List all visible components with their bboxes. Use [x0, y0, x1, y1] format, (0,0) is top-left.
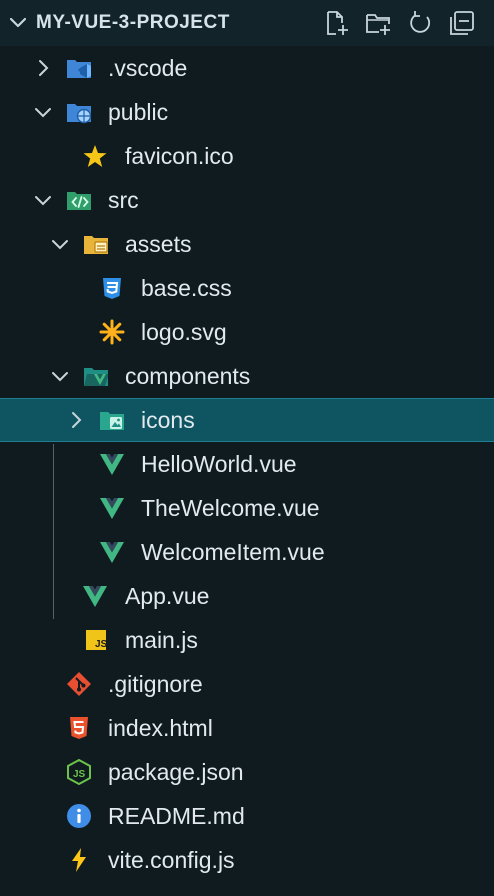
chevron-right-icon[interactable] [32, 57, 54, 79]
tree-item-label: components [125, 363, 251, 389]
tree-item-label: README.md [108, 803, 245, 829]
tree-item-label: main.js [125, 627, 198, 653]
tree-item-gitignore[interactable]: .gitignore [0, 662, 494, 706]
tree-item-label: HelloWorld.vue [141, 451, 297, 477]
tree-item-label: .vscode [108, 55, 188, 81]
refresh-icon[interactable] [406, 9, 434, 37]
new-folder-icon[interactable] [364, 9, 392, 37]
explorer-header[interactable]: MY-VUE-3-PROJECT [0, 0, 494, 46]
vue-icon [83, 586, 107, 607]
chevron-down-icon[interactable] [32, 101, 54, 123]
vscode-folder-icon [67, 60, 91, 78]
tree-item-label: App.vue [125, 583, 210, 609]
tree-item-label: icons [141, 407, 195, 433]
tree-item-components[interactable]: components [0, 354, 494, 398]
tree-item-label: .gitignore [108, 671, 203, 697]
tree-item-label: public [108, 99, 169, 125]
svg-text:JS: JS [95, 639, 108, 650]
assets-folder-icon [84, 236, 108, 254]
chevron-right-icon[interactable] [65, 409, 87, 431]
tree-item-label: base.css [141, 275, 232, 301]
public-folder-icon [67, 104, 92, 124]
git-icon [67, 672, 91, 696]
chevron-down-icon[interactable] [6, 11, 30, 35]
tree-item-label: WelcomeItem.vue [141, 539, 325, 565]
svg-text:JS: JS [73, 769, 86, 780]
vue-icon [100, 454, 124, 475]
tree-item-app-vue[interactable]: App.vue [0, 574, 494, 618]
tree-item-package-json[interactable]: JS package.json [0, 750, 494, 794]
tree-item-label: assets [125, 231, 192, 257]
explorer-title: MY-VUE-3-PROJECT [36, 12, 230, 33]
tree-item-logo-svg[interactable]: logo.svg [0, 310, 494, 354]
star-icon [83, 145, 107, 167]
tree-item-label: package.json [108, 759, 244, 785]
tree-item-helloworld-vue[interactable]: HelloWorld.vue [0, 442, 494, 486]
tree-item-vite-config[interactable]: vite.config.js [0, 838, 494, 882]
icons-folder-icon [100, 412, 124, 430]
tree-item-thewelcome-vue[interactable]: TheWelcome.vue [0, 486, 494, 530]
vite-icon [72, 848, 86, 872]
collapse-all-icon[interactable] [448, 9, 476, 37]
tree-item-label: vite.config.js [108, 847, 235, 873]
components-folder-icon [84, 368, 109, 386]
tree-item-welcomeitem-vue[interactable]: WelcomeItem.vue [0, 530, 494, 574]
new-file-icon[interactable] [322, 9, 350, 37]
tree-item-label: src [108, 187, 139, 213]
tree-item-label: index.html [108, 715, 213, 741]
tree-item-label: TheWelcome.vue [141, 495, 320, 521]
css-icon [103, 278, 121, 299]
nodejs-icon: JS [67, 758, 91, 786]
tree-item-icons[interactable]: icons [0, 398, 494, 442]
chevron-down-icon[interactable] [49, 365, 71, 387]
js-icon: JS [86, 630, 108, 650]
svg-icon [99, 319, 125, 345]
tree-item-readme-md[interactable]: README.md [0, 794, 494, 838]
src-folder-icon [67, 192, 91, 210]
tree-item-assets[interactable]: assets [0, 222, 494, 266]
info-icon [67, 804, 91, 828]
vue-icon [100, 498, 124, 519]
tree-item-index-html[interactable]: index.html [0, 706, 494, 750]
tree-item-favicon[interactable]: favicon.ico [0, 134, 494, 178]
html-icon [70, 717, 88, 739]
chevron-down-icon[interactable] [32, 189, 54, 211]
tree-item-label: logo.svg [141, 319, 227, 345]
tree-item-vscode[interactable]: .vscode [0, 46, 494, 90]
vue-icon [100, 542, 124, 563]
file-tree: .vscode public favicon.ico src assets ba… [0, 46, 494, 882]
tree-item-label: favicon.ico [125, 143, 234, 169]
tree-item-public[interactable]: public [0, 90, 494, 134]
tree-item-main-js[interactable]: JS main.js [0, 618, 494, 662]
tree-item-src[interactable]: src [0, 178, 494, 222]
tree-item-base-css[interactable]: base.css [0, 266, 494, 310]
chevron-down-icon[interactable] [49, 233, 71, 255]
